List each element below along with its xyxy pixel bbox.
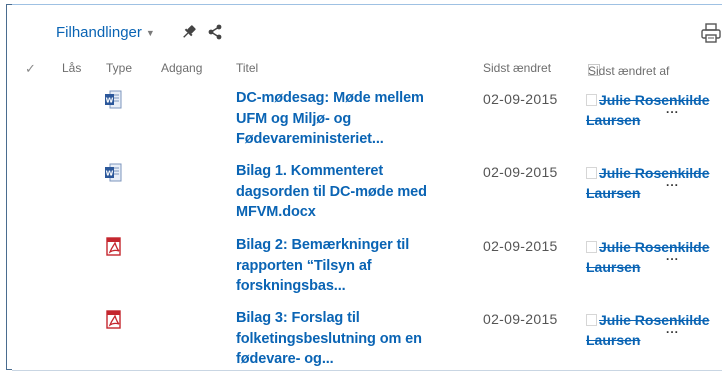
- author-first-name: Julie Rosenkilde: [599, 312, 710, 328]
- column-header-row: ✓ Lås Type Adgang Titel Sidst ændret Sid…: [0, 58, 722, 80]
- document-title-link[interactable]: Bilag 3: Forslag til folketingsbeslutnin…: [236, 308, 446, 370]
- modified-by-author[interactable]: Julie Rosenkilde Laursen: [586, 310, 716, 350]
- document-title-link[interactable]: Bilag 1. Kommenteret dagsorden til DC-mø…: [236, 161, 446, 223]
- modified-date: 02-09-2015: [483, 164, 558, 180]
- column-header-titel[interactable]: Titel: [236, 61, 258, 75]
- more-options-icon[interactable]: ...: [666, 102, 679, 116]
- pdf-document-icon: [104, 237, 122, 257]
- author-first-name: Julie Rosenkilde: [599, 165, 710, 181]
- author-last-name: Laursen: [586, 332, 641, 348]
- column-header-type[interactable]: Type: [106, 61, 132, 75]
- modified-by-author[interactable]: Julie Rosenkilde Laursen: [586, 237, 716, 277]
- word-document-icon: W: [104, 90, 122, 110]
- column-header-sidst-aendret-af-label: Sidst ændret af: [588, 64, 670, 78]
- author-last-name: Laursen: [586, 185, 641, 201]
- author-last-name: Laursen: [586, 259, 641, 275]
- presence-indicator: [586, 314, 597, 326]
- file-actions-menu[interactable]: Filhandlinger ▼: [56, 24, 155, 41]
- share-icon[interactable]: [205, 22, 225, 42]
- pin-icon[interactable]: [179, 22, 199, 42]
- toolbar: Filhandlinger ▼: [56, 20, 225, 44]
- column-header-adgang[interactable]: Adgang: [161, 61, 202, 75]
- modified-date: 02-09-2015: [483, 311, 558, 327]
- panel-bottom-border: [12, 370, 722, 371]
- word-document-icon: W: [104, 163, 122, 183]
- svg-text:W: W: [106, 97, 114, 105]
- presence-indicator: [586, 241, 597, 253]
- chevron-down-icon: ▼: [145, 28, 155, 38]
- document-title-link[interactable]: Bilag 2: Bemærkninger til rapporten “Til…: [236, 235, 446, 297]
- document-library-panel: Filhandlinger ▼ ✓ Lås Type Adgang Titel …: [0, 0, 722, 376]
- modified-by-author[interactable]: Julie Rosenkilde Laursen: [586, 90, 716, 130]
- panel-top-border: [12, 4, 722, 5]
- author-first-name: Julie Rosenkilde: [599, 239, 710, 255]
- modified-date: 02-09-2015: [483, 91, 558, 107]
- presence-indicator: [586, 167, 597, 179]
- more-options-icon[interactable]: ...: [666, 322, 679, 336]
- more-options-icon[interactable]: ...: [666, 175, 679, 189]
- modified-date: 02-09-2015: [483, 238, 558, 254]
- print-icon[interactable]: [700, 23, 722, 43]
- modified-by-author[interactable]: Julie Rosenkilde Laursen: [586, 163, 716, 203]
- more-options-icon[interactable]: ...: [666, 249, 679, 263]
- file-actions-label: Filhandlinger: [56, 23, 142, 41]
- svg-text:W: W: [106, 170, 114, 178]
- column-header-sidst-aendret[interactable]: Sidst ændret: [483, 61, 551, 75]
- document-title-link[interactable]: DC-mødesag: Møde mellem UFM og Miljø- og…: [236, 88, 446, 150]
- author-first-name: Julie Rosenkilde: [599, 92, 710, 108]
- pdf-document-icon: [104, 310, 122, 330]
- column-header-las[interactable]: Lås: [62, 61, 81, 75]
- author-last-name: Laursen: [586, 112, 641, 128]
- select-all-checkmark[interactable]: ✓: [25, 61, 36, 77]
- presence-indicator: [586, 94, 597, 106]
